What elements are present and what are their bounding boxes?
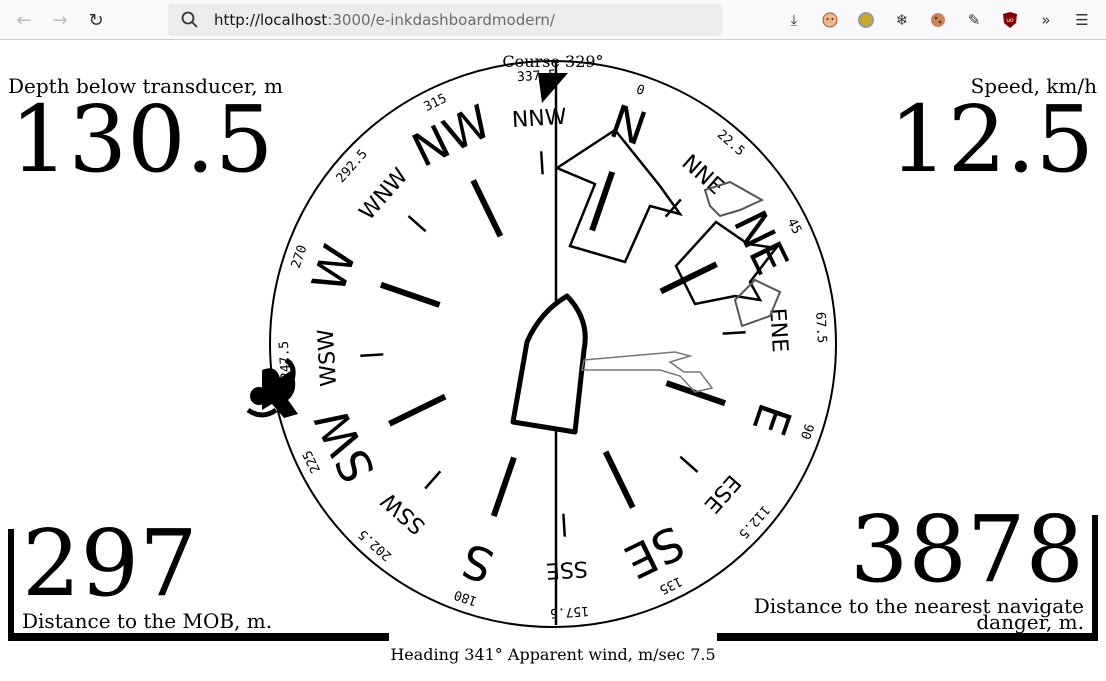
tick-sse — [562, 513, 567, 537]
compass-point-wsw: WSW — [314, 328, 342, 387]
depth-value: 130.5 — [10, 86, 274, 193]
tick-w — [379, 281, 441, 308]
mob-distance-label: Distance to the MOB, m. — [22, 609, 273, 633]
compass-point-e: E — [742, 397, 803, 442]
tick-se — [602, 450, 636, 509]
man-overboard-icon — [246, 357, 298, 418]
tick-wsw — [360, 353, 384, 358]
compass-point-sse: SSE — [545, 555, 588, 583]
compass-point-nw: NW — [404, 94, 499, 178]
mob-distance-value: 297 — [22, 510, 198, 617]
tick-e — [665, 380, 727, 407]
apparent-wind-arrow-icon — [581, 351, 714, 393]
compass-point-ne: NE — [723, 202, 799, 283]
tick-ssw — [424, 470, 442, 490]
compass-point-wnw: WNW — [355, 164, 414, 226]
speed-value: 12.5 — [889, 86, 1094, 193]
compass-point-w: W — [301, 238, 367, 299]
compass-point-nne: NNE — [677, 150, 729, 200]
tick-sw — [388, 393, 447, 427]
degree-mark: 0 — [634, 82, 646, 99]
tick-ene — [722, 330, 746, 335]
tick-nnw — [539, 151, 544, 175]
course-label: Course 329° — [502, 52, 603, 71]
degree-mark: 292.5 — [334, 147, 371, 186]
course-pointer-icon — [538, 73, 568, 103]
tick-wnw — [407, 215, 427, 233]
compass-point-sw: SW — [304, 400, 385, 491]
boat-icon — [510, 293, 588, 435]
degree-mark: 157.5 — [549, 603, 589, 620]
tick-n — [589, 170, 616, 232]
degree-mark: 22.5 — [714, 127, 747, 159]
tick-ne — [659, 261, 718, 295]
compass-point-s: S — [455, 533, 500, 594]
compass-point-nnw: NNW — [511, 105, 567, 133]
danger-distance-value: 3878 — [849, 496, 1084, 603]
heading-wind-label: Heading 341° Apparent wind, m/sec 7.5 — [390, 645, 715, 664]
degree-mark: 67.5 — [812, 312, 829, 344]
tick-ese — [679, 455, 699, 473]
compass-point-ene: ENE — [764, 307, 792, 353]
tick-nw — [470, 179, 504, 238]
danger-distance-label-2: danger, m. — [976, 610, 1084, 634]
compass-point-ese: ESE — [699, 469, 745, 517]
tick-s — [490, 456, 517, 518]
